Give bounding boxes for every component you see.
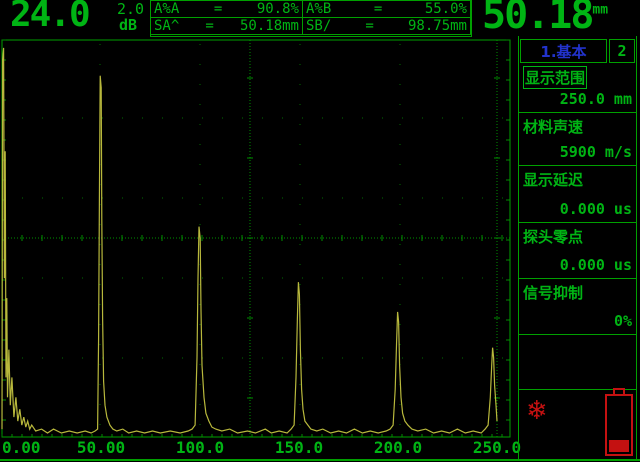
menu-item-label: 探头零点 [523, 226, 583, 247]
tab-basic[interactable]: 1.基本 [520, 39, 607, 63]
menu-item-display-delay[interactable]: 显示延迟 0.000 us [519, 166, 636, 223]
x-axis-tick-0: 0.00 [2, 438, 41, 457]
measurement-label: A%B [306, 1, 331, 17]
equals-sign: = [374, 1, 382, 17]
battery-icon [605, 394, 633, 456]
measurement-cell-sb: SB/ = 98.75mm [302, 17, 471, 35]
gain-unit-label: dB [119, 16, 137, 34]
x-axis-tick-150: 150.0 [275, 438, 323, 457]
measurement-table: A%A = 90.8% A%B = 55.0% SA^ = 50.18mm SB… [150, 0, 472, 37]
menu-sidebar: 1.基本 2 显示范围 250.0 mm 材料声速 5900 m/s 显示延迟 … [518, 36, 637, 460]
primary-distance-readout: 50.18mm [482, 0, 608, 38]
measurement-value: 98.75mm [408, 18, 467, 34]
x-axis-tick-200: 200.0 [374, 438, 422, 457]
equals-sign: = [365, 18, 373, 34]
menu-item-signal-reject[interactable]: 信号抑制 0% [519, 279, 636, 335]
ascan-waveform [0, 36, 512, 462]
measurement-value: 90.8% [257, 1, 299, 17]
menu-item-value: 250.0 mm [560, 90, 632, 108]
tab-page-2[interactable]: 2 [609, 39, 635, 63]
measurement-label: A%A [154, 1, 179, 17]
ascan-plot-area: 0.00 50.00 100.0 150.0 200.0 250.0 [0, 36, 512, 462]
menu-item-material-velocity[interactable]: 材料声速 5900 m/s [519, 113, 636, 166]
measurement-value: 50.18mm [240, 18, 299, 34]
status-icon-row: ❄ [519, 390, 636, 460]
x-axis-tick-50: 50.00 [77, 438, 125, 457]
measurement-label: SB/ [306, 18, 331, 34]
instrument-screen: 24.0 2.0 dB A%A = 90.8% A%B = 55.0% SA^ … [0, 0, 640, 462]
primary-distance-unit: mm [592, 3, 608, 18]
menu-item-display-range[interactable]: 显示范围 250.0 mm [519, 63, 636, 113]
menu-tab-row: 1.基本 2 [520, 39, 635, 63]
menu-item-probe-zero[interactable]: 探头零点 0.000 us [519, 223, 636, 279]
primary-distance-value: 50.18 [482, 0, 592, 38]
freeze-icon: ❄ [526, 396, 548, 426]
menu-item-value: 5900 m/s [560, 143, 632, 161]
menu-item-label: 显示延迟 [523, 169, 583, 190]
menu-item-label: 显示范围 [523, 66, 587, 89]
equals-sign: = [214, 1, 222, 17]
menu-item-value: 0.000 us [560, 256, 632, 274]
menu-item-label: 信号抑制 [523, 282, 583, 303]
measurement-cell-a-pct-b: A%B = 55.0% [302, 0, 471, 18]
battery-cap [613, 388, 625, 396]
battery-low-fill [609, 440, 629, 452]
equals-sign: = [205, 18, 213, 34]
menu-item-value: 0.000 us [560, 200, 632, 218]
measurement-cell-a-pct-a: A%A = 90.8% [150, 0, 303, 18]
measurement-cell-sa: SA^ = 50.18mm [150, 17, 303, 35]
measurement-label: SA^ [154, 18, 179, 34]
gain-readout: 24.0 [10, 0, 89, 35]
x-axis-tick-100: 100.0 [176, 438, 224, 457]
menu-empty-cell [519, 335, 636, 390]
menu-item-value: 0% [614, 312, 632, 330]
x-axis-tick-250: 250.0 [473, 438, 521, 457]
menu-item-label: 材料声速 [523, 116, 583, 137]
measurement-value: 55.0% [425, 1, 467, 17]
top-bar: 24.0 2.0 dB A%A = 90.8% A%B = 55.0% SA^ … [0, 0, 640, 36]
